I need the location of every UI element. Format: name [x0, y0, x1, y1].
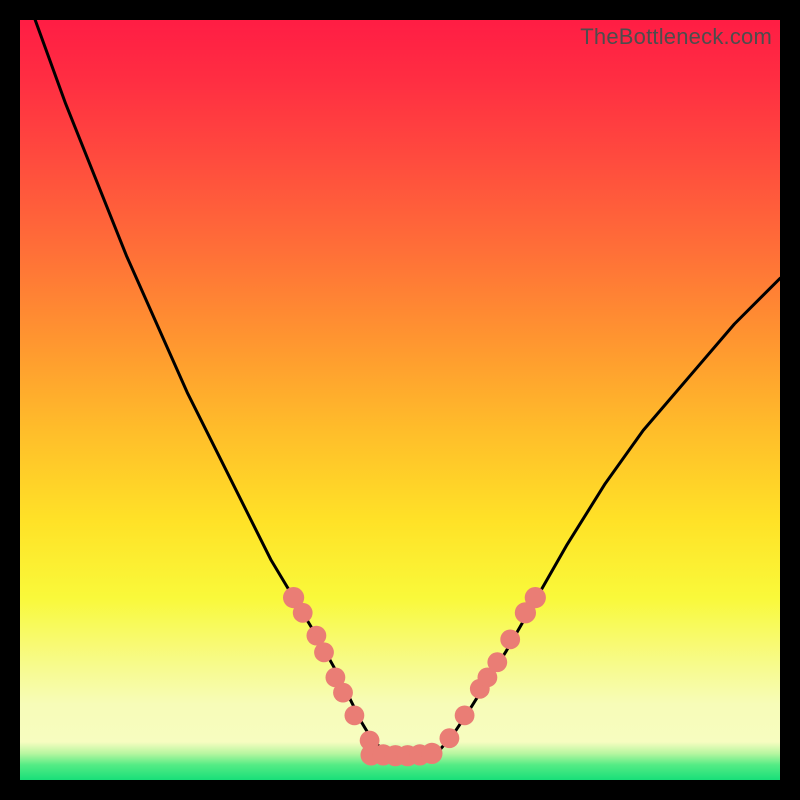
bead-marker [333, 683, 353, 703]
bead-marker [421, 743, 442, 764]
bead-marker [345, 706, 365, 726]
bead-marker [293, 603, 313, 623]
bead-markers [283, 587, 546, 766]
bead-marker [525, 587, 546, 608]
chart-frame: TheBottleneck.com [20, 20, 780, 780]
bead-marker [440, 728, 460, 748]
valley-curve [35, 20, 780, 756]
bottleneck-curve-plot [20, 20, 780, 780]
bead-marker [500, 630, 520, 650]
bead-marker [455, 706, 475, 726]
bead-marker [314, 642, 334, 662]
bead-marker [487, 652, 507, 672]
